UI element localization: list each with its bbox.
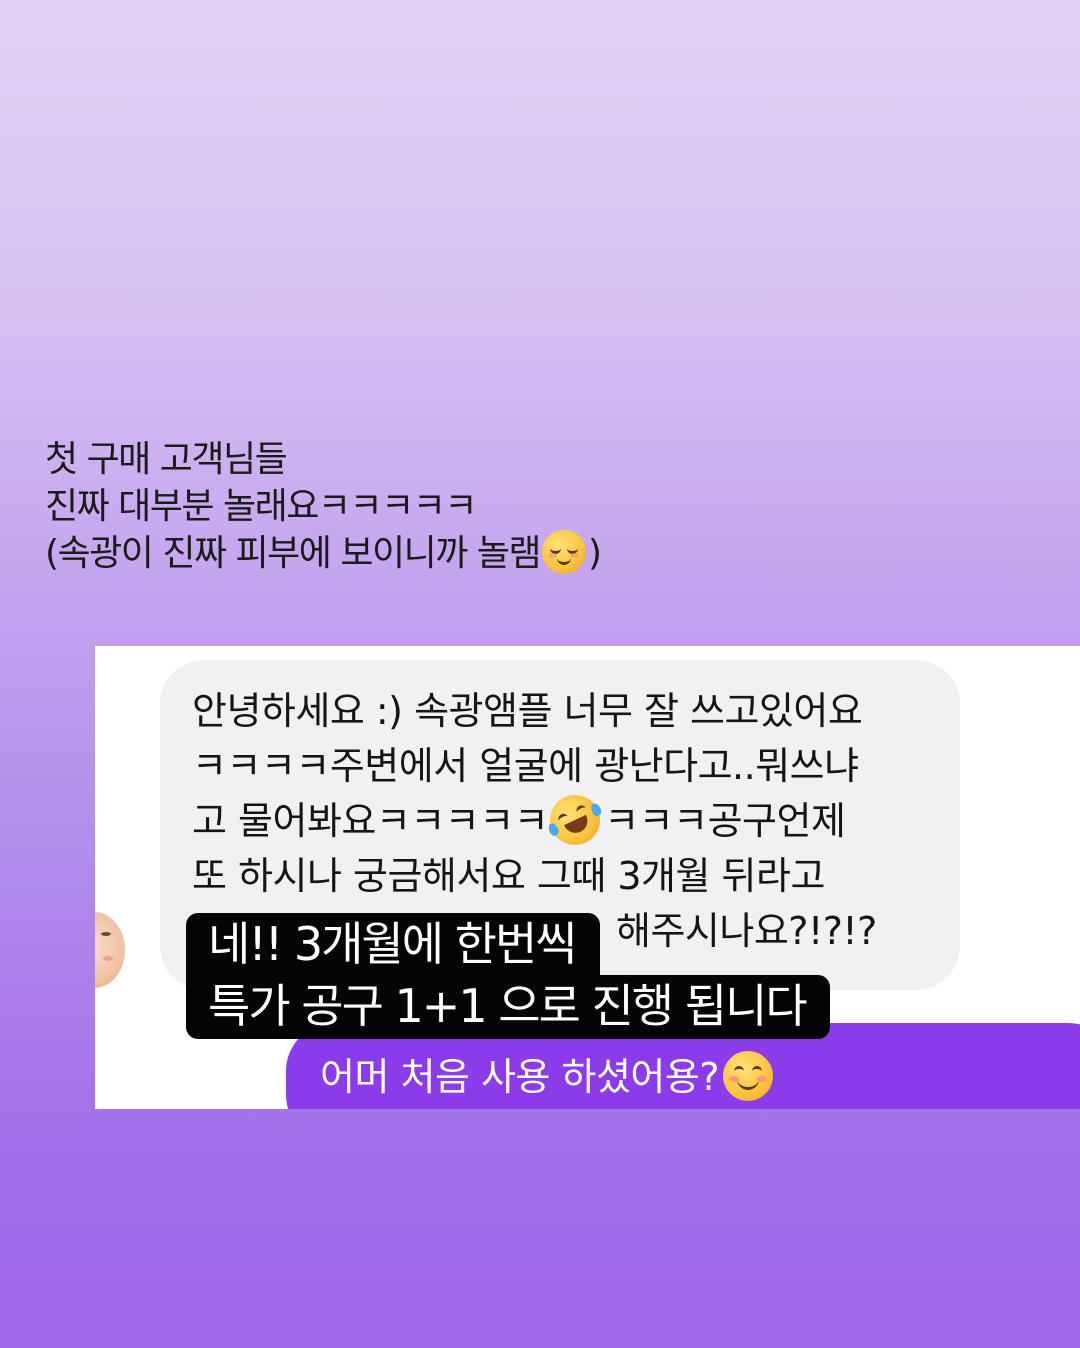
caption-line-3: (속광이 진짜 피부에 보이니까 놀램) [45, 530, 745, 577]
dm-screenshot: 안녕하세요 :) 속광앰플 너무 잘 쓰고있어요 ㅋㅋㅋㅋ주변에서 얼굴에 광난… [95, 646, 1080, 1109]
incoming-line-4: 또 하시나 궁금해서요 그때 3개월 뒤라고 [192, 854, 825, 898]
rolling-laughing-emoji-icon [541, 786, 609, 853]
caption-line-3-text: (속광이 진짜 피부에 보이니까 놀램 [45, 533, 542, 574]
caption-line-1: 첫 구매 고객님들 [45, 439, 288, 480]
story-caption: 첫 구매 고객님들 진짜 대부분 놀래요ㅋㅋㅋㅋㅋ (속광이 진짜 피부에 보이… [45, 436, 745, 577]
incoming-line-3-start: 고 물어봐요ㅋㅋㅋㅋㅋ [192, 799, 549, 843]
overlay-line-2: 특가 공구 1+1 으로 진행 됩니다 [186, 975, 830, 1039]
outgoing-message-text: 어머 처음 사용 하셨어용? [320, 1050, 774, 1105]
reply-overlay-label: 네!! 3개월에 한번씩 특가 공구 1+1 으로 진행 됩니다 [186, 913, 830, 1039]
incoming-line-2: ㅋㅋㅋㅋ주변에서 얼굴에 광난다고..뭐쓰냐 [192, 744, 859, 788]
overlay-line-1: 네!! 3개월에 한번씩 [186, 913, 600, 975]
outgoing-message-label: 어머 처음 사용 하셨어용? [320, 1055, 720, 1099]
smiling-face-emoji-icon [723, 1050, 774, 1101]
avatar[interactable] [95, 912, 125, 988]
relieved-face-emoji-icon [542, 530, 586, 574]
caption-line-3-end: ) [588, 533, 602, 574]
incoming-line-3: 고 물어봐요ㅋㅋㅋㅋㅋ ㅋㅋㅋ공구언제 [192, 786, 952, 853]
caption-line-2: 진짜 대부분 놀래요ㅋㅋㅋㅋㅋ [45, 486, 477, 527]
avatar-eye [101, 932, 111, 936]
incoming-line-3-end: ㅋㅋㅋ공구언제 [604, 799, 846, 843]
avatar-cheek [103, 956, 113, 961]
incoming-line-1: 안녕하세요 :) 속광앰플 너무 잘 쓰고있어요 [192, 689, 863, 733]
